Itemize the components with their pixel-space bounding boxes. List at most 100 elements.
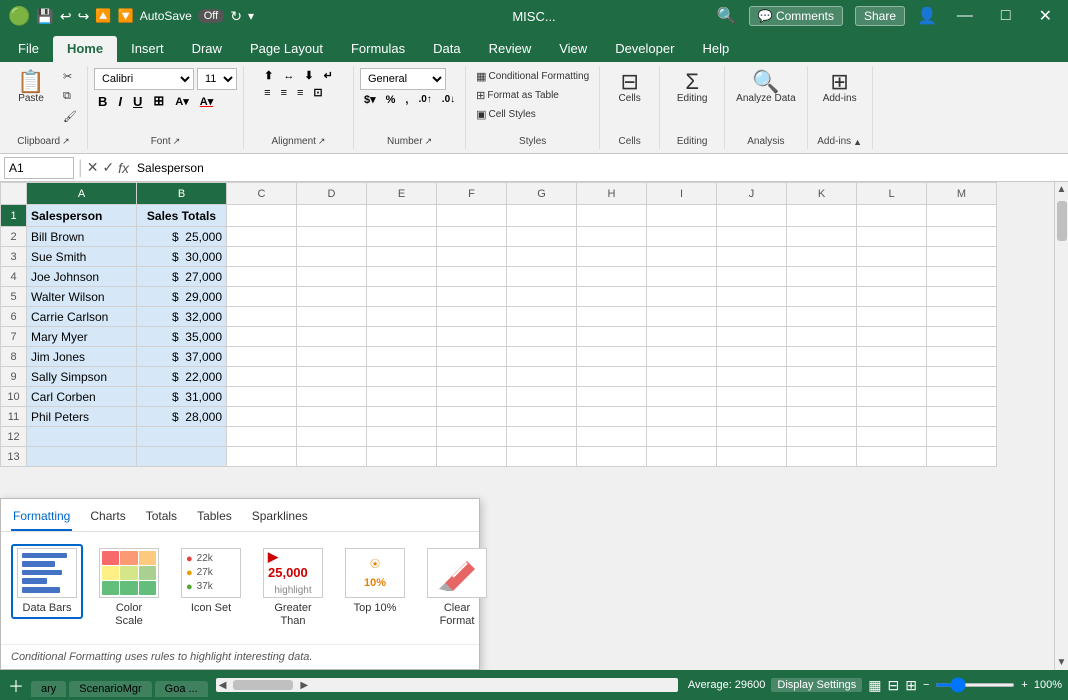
search-icon[interactable]: 🔍 — [717, 6, 737, 26]
confirm-formula-icon[interactable]: ✓ — [102, 159, 114, 176]
tab-view[interactable]: View — [545, 36, 601, 62]
col-header-e[interactable]: E — [367, 183, 437, 205]
cell-j2[interactable] — [717, 227, 787, 247]
borders-button[interactable]: ⊞ — [149, 92, 168, 110]
col-header-a[interactable]: A — [27, 183, 137, 205]
scroll-up-arrow[interactable]: ▲ — [1055, 182, 1068, 197]
cell-f2[interactable] — [437, 227, 507, 247]
col-header-b[interactable]: B — [137, 183, 227, 205]
row-header-11[interactable]: 11 — [1, 407, 27, 427]
page-break-view-icon[interactable]: ⊞ — [905, 677, 917, 694]
quick-save-icon[interactable]: 💾 — [36, 8, 53, 25]
row-header-4[interactable]: 4 — [1, 267, 27, 287]
cell-e1[interactable] — [367, 205, 437, 227]
col-header-j[interactable]: J — [717, 183, 787, 205]
sheet-tab-goa[interactable]: Goa ... — [155, 681, 208, 697]
cancel-formula-icon[interactable]: ✕ — [87, 159, 99, 176]
col-header-k[interactable]: K — [787, 183, 857, 205]
conditional-formatting-button[interactable]: ▦ Conditional Formatting — [472, 68, 593, 85]
scroll-left-arrow[interactable]: ◀ — [216, 680, 230, 691]
cell-h1[interactable] — [577, 205, 647, 227]
align-right-button[interactable]: ≡ — [293, 85, 307, 100]
normal-view-icon[interactable]: ▦ — [868, 677, 881, 694]
cell-i1[interactable] — [647, 205, 717, 227]
cell-a6[interactable]: Carrie Carlson — [27, 307, 137, 327]
customize-icon[interactable]: ▾ — [248, 9, 254, 23]
popup-item-clear-format[interactable]: ClearFormat — [421, 544, 493, 632]
popup-item-greater-than[interactable]: ▶ 25,000 highlight GreaterThan — [257, 544, 329, 632]
align-top-button[interactable]: ⬆ — [260, 68, 277, 83]
row-header-10[interactable]: 10 — [1, 387, 27, 407]
align-center-button[interactable]: ≡ — [277, 85, 291, 100]
zoom-out-icon[interactable]: − — [923, 679, 929, 691]
popup-tab-sparklines[interactable]: Sparklines — [250, 505, 310, 531]
analyze-data-button[interactable]: 🔍 Analyze Data — [731, 68, 800, 108]
zoom-in-icon[interactable]: + — [1021, 679, 1027, 691]
insert-function-icon[interactable]: fx — [118, 160, 129, 176]
cell-a12[interactable] — [27, 427, 137, 447]
popup-tab-tables[interactable]: Tables — [195, 505, 234, 531]
cell-l2[interactable] — [857, 227, 927, 247]
align-left-button[interactable]: ≡ — [260, 85, 274, 100]
cell-a8[interactable]: Jim Jones — [27, 347, 137, 367]
tab-page-layout[interactable]: Page Layout — [236, 36, 337, 62]
popup-item-icon-set[interactable]: ● 22k ● 27k ● 37k Icon Set — [175, 544, 247, 619]
row-header-6[interactable]: 6 — [1, 307, 27, 327]
cell-styles-button[interactable]: ▣ Cell Styles — [472, 106, 593, 123]
row-header-1[interactable]: 1 — [1, 205, 27, 227]
bold-button[interactable]: B — [94, 93, 111, 110]
cell-a2[interactable]: Bill Brown — [27, 227, 137, 247]
cell-f1[interactable] — [437, 205, 507, 227]
display-settings-button[interactable]: Display Settings — [771, 678, 862, 692]
popup-tab-charts[interactable]: Charts — [88, 505, 127, 531]
cell-a1[interactable]: Salesperson — [27, 205, 137, 227]
formula-input[interactable] — [133, 159, 1064, 177]
h-scroll-thumb[interactable] — [233, 680, 293, 690]
col-header-f[interactable]: F — [437, 183, 507, 205]
format-painter-button[interactable]: 🖌 — [59, 108, 81, 125]
popup-item-data-bars[interactable]: Data Bars — [11, 544, 83, 619]
sheet-tab-scenariomgr[interactable]: ScenarioMgr — [69, 681, 151, 697]
profile-icon[interactable]: 👤 — [917, 6, 937, 26]
cell-e2[interactable] — [367, 227, 437, 247]
cell-l1[interactable] — [857, 205, 927, 227]
tab-file[interactable]: File — [4, 36, 53, 62]
cell-d1[interactable] — [297, 205, 367, 227]
fill-color-button[interactable]: A▾ — [171, 94, 192, 109]
cell-c2[interactable] — [227, 227, 297, 247]
cell-a3[interactable]: Sue Smith — [27, 247, 137, 267]
copy-button[interactable]: ⧉ — [59, 88, 81, 105]
cell-a7[interactable]: Mary Myer — [27, 327, 137, 347]
editing-button[interactable]: Σ Editing — [670, 68, 714, 108]
col-header-m[interactable]: M — [927, 183, 997, 205]
cell-b5[interactable]: $ 29,000 — [137, 287, 227, 307]
cell-g2[interactable] — [507, 227, 577, 247]
underline-button[interactable]: U — [129, 93, 146, 110]
zoom-level[interactable]: 100% — [1034, 679, 1062, 691]
autosave-toggle[interactable]: Off — [198, 9, 224, 23]
vertical-scrollbar[interactable]: ▲ ▼ — [1054, 182, 1068, 670]
horizontal-scrollbar[interactable]: ◀ ▶ — [216, 678, 678, 692]
row-header-9[interactable]: 9 — [1, 367, 27, 387]
cell-a4[interactable]: Joe Johnson — [27, 267, 137, 287]
tab-help[interactable]: Help — [688, 36, 743, 62]
wrap-text-button[interactable]: ↵ — [320, 68, 337, 83]
font-name-select[interactable]: Calibri — [94, 68, 194, 90]
cell-g1[interactable] — [507, 205, 577, 227]
cell-m2[interactable] — [927, 227, 997, 247]
maximize-button[interactable]: □ — [993, 7, 1019, 25]
row-header-12[interactable]: 12 — [1, 427, 27, 447]
alignment-expand-icon[interactable]: ↗ — [318, 136, 326, 147]
tab-insert[interactable]: Insert — [117, 36, 178, 62]
tab-review[interactable]: Review — [475, 36, 546, 62]
tab-data[interactable]: Data — [419, 36, 474, 62]
tab-developer[interactable]: Developer — [601, 36, 688, 62]
row-header-2[interactable]: 2 — [1, 227, 27, 247]
percent-button[interactable]: % — [382, 93, 400, 107]
font-size-select[interactable]: 11 — [197, 68, 237, 90]
row-header-3[interactable]: 3 — [1, 247, 27, 267]
addins-collapse-icon[interactable]: ▲ — [853, 137, 862, 147]
col-header-d[interactable]: D — [297, 183, 367, 205]
number-expand-icon[interactable]: ↗ — [425, 136, 433, 147]
row-header-5[interactable]: 5 — [1, 287, 27, 307]
